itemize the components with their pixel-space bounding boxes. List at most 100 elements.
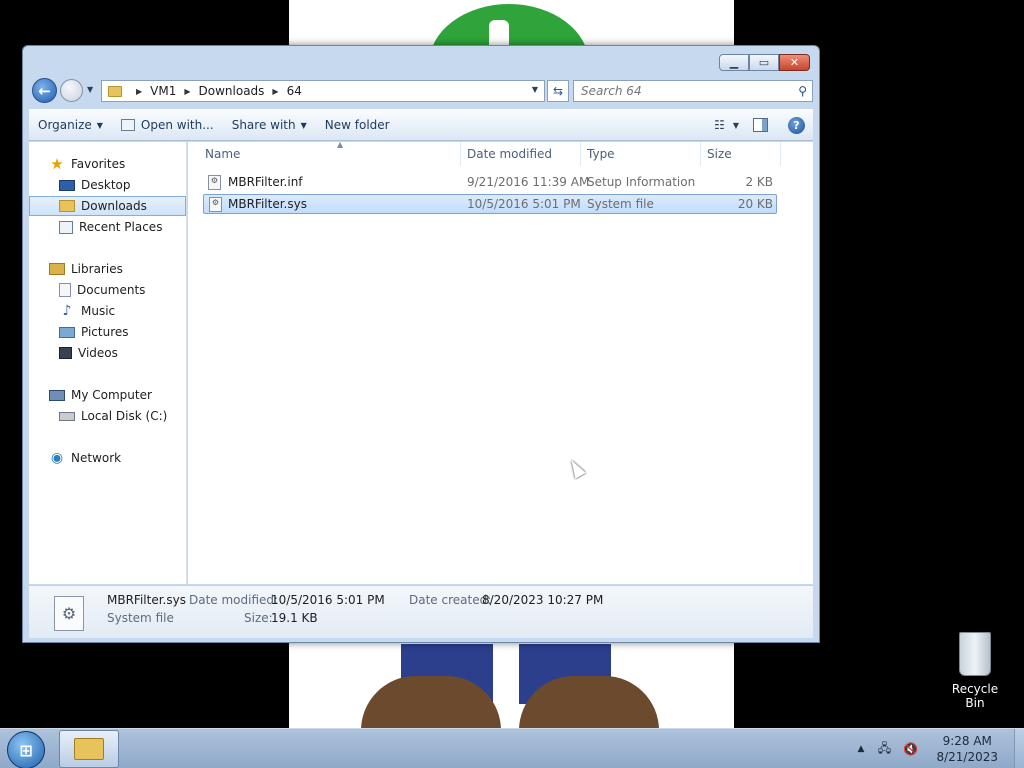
file-row-mbrfilter-sys[interactable]: ⚙ MBRFilter.sys 10/5/2016 5:01 PM System… xyxy=(203,194,777,214)
breadcrumb-downloads[interactable]: Downloads xyxy=(199,84,265,98)
music-note-icon: ♪ xyxy=(62,303,72,319)
nav-label: Network xyxy=(71,451,122,465)
recycle-bin-shortcut[interactable]: Recycle Bin xyxy=(942,632,1008,710)
file-size: 2 KB xyxy=(745,175,773,189)
preview-pane-button[interactable] xyxy=(753,118,768,132)
system-file-icon: ⚙ xyxy=(209,197,222,212)
details-created-value: 8/20/2023 10:27 PM xyxy=(482,593,604,607)
search-input[interactable] xyxy=(581,84,781,98)
system-tray: ▲ 🖧 🔇 9:28 AM 8/21/2023 xyxy=(858,729,1024,768)
breadcrumb-64[interactable]: 64 xyxy=(287,84,302,98)
column-header-date-modified[interactable]: Date modified xyxy=(461,142,581,166)
recent-pages-dropdown[interactable]: ▼ xyxy=(87,85,93,94)
nav-recent-places[interactable]: Recent Places xyxy=(29,217,186,237)
chevron-right-icon[interactable]: ▶ xyxy=(184,87,190,96)
recycle-bin-label: Recycle Bin xyxy=(951,682,999,710)
nav-network[interactable]: ◉ Network xyxy=(29,448,186,468)
nav-libraries[interactable]: Libraries xyxy=(29,259,186,279)
details-created-label: Date created: xyxy=(409,593,492,607)
nav-label: Videos xyxy=(78,346,118,360)
downloads-folder-icon xyxy=(59,200,75,212)
nav-local-disk[interactable]: Local Disk (C:) xyxy=(29,406,186,426)
details-file-kind: System file xyxy=(107,611,174,625)
nav-label: Downloads xyxy=(81,199,147,213)
chevron-down-icon: ▼ xyxy=(300,120,307,130)
show-desktop-button[interactable] xyxy=(1014,729,1024,768)
nav-downloads[interactable]: Downloads xyxy=(29,196,186,216)
network-status-icon[interactable]: 🖧 xyxy=(876,741,892,756)
command-bar: Organize ▼ Open with... Share with ▼ New f… xyxy=(29,109,813,141)
nav-label: Favorites xyxy=(71,157,126,171)
minimize-button[interactable]: ▁ xyxy=(719,54,749,71)
nav-documents[interactable]: Documents xyxy=(29,280,186,300)
arrow-left-icon: ← xyxy=(38,81,51,100)
system-file-icon: ⚙ xyxy=(54,596,84,631)
clock[interactable]: 9:28 AM 8/21/2023 xyxy=(936,733,998,765)
volume-muted-icon[interactable]: 🔇 xyxy=(902,742,918,756)
column-header-label: Name xyxy=(205,147,241,161)
documents-icon xyxy=(59,283,71,297)
nav-label: Desktop xyxy=(81,178,131,192)
nav-favorites[interactable]: ★ Favorites xyxy=(29,154,186,174)
recent-places-icon xyxy=(59,220,73,234)
star-icon: ★ xyxy=(50,155,64,173)
forward-button[interactable] xyxy=(60,79,83,102)
nav-label: Music xyxy=(81,304,116,318)
help-button[interactable]: ? xyxy=(788,116,805,134)
start-button[interactable]: ⊞ xyxy=(7,731,45,768)
address-bar[interactable]: ▶ VM1 ▶ Downloads ▶ 64 ▼ xyxy=(101,80,545,102)
details-size-value: 19.1 KB xyxy=(271,611,318,625)
back-button[interactable]: ← xyxy=(32,78,57,103)
clock-date: 8/21/2023 xyxy=(936,750,998,764)
nav-label: Documents xyxy=(77,283,146,297)
clock-time: 9:28 AM xyxy=(942,734,992,748)
nav-my-computer[interactable]: My Computer xyxy=(29,385,186,405)
window-caption-buttons: ▁ ▭ ✕ xyxy=(719,54,810,71)
file-row-mbrfilter-inf[interactable]: ⚙ MBRFilter.inf 9/21/2016 11:39 AM Setup… xyxy=(203,173,777,193)
chevron-down-icon: ▼ xyxy=(732,120,739,130)
organize-label: Organize xyxy=(38,118,92,132)
folder-icon xyxy=(108,85,122,97)
new-folder-label: New folder xyxy=(324,118,390,132)
search-box[interactable]: ⚲ xyxy=(573,80,813,102)
change-view-button[interactable]: ☷ ▼ xyxy=(714,118,739,132)
breadcrumb-vm1[interactable]: VM1 xyxy=(150,84,176,98)
address-dropdown-icon[interactable]: ▼ xyxy=(532,85,538,94)
taskbar-explorer-button[interactable] xyxy=(59,730,119,768)
chevron-right-icon[interactable]: ▶ xyxy=(272,87,278,96)
open-with-icon xyxy=(120,119,135,131)
open-with-button[interactable]: Open with... xyxy=(112,110,223,140)
file-name: MBRFilter.sys xyxy=(228,197,307,211)
nav-desktop[interactable]: Desktop xyxy=(29,175,186,195)
details-modified-value: 10/5/2016 5:01 PM xyxy=(271,593,385,607)
column-header-type[interactable]: Type xyxy=(581,142,701,166)
film-icon xyxy=(59,347,72,359)
chevron-right-icon[interactable]: ▶ xyxy=(136,87,142,96)
column-header-size[interactable]: Size xyxy=(701,142,781,166)
navigation-bar: ← ▼ ▶ VM1 ▶ Downloads ▶ 64 ▼ ⇆ ⚲ xyxy=(29,77,813,105)
pictures-icon xyxy=(59,326,75,338)
details-modified-label: Date modified: xyxy=(189,593,279,607)
organize-button[interactable]: Organize ▼ xyxy=(29,110,112,140)
nav-label: Libraries xyxy=(71,262,123,276)
new-folder-button[interactable]: New folder xyxy=(316,110,399,140)
share-with-button[interactable]: Share with ▼ xyxy=(223,110,316,140)
nav-music[interactable]: ♪ Music xyxy=(29,301,186,321)
file-size: 20 KB xyxy=(737,197,773,211)
nav-pictures[interactable]: Pictures xyxy=(29,322,186,342)
maximize-button[interactable]: ▭ xyxy=(749,54,779,71)
chevron-down-icon: ▼ xyxy=(96,120,103,130)
details-pane: ⚙ MBRFilter.sys System file Date modifie… xyxy=(29,585,813,638)
nav-videos[interactable]: Videos xyxy=(29,343,186,363)
details-size-label: Size: xyxy=(244,611,273,625)
refresh-button[interactable]: ⇆ xyxy=(547,80,569,102)
close-button[interactable]: ✕ xyxy=(779,54,810,71)
computer-icon xyxy=(49,389,65,401)
show-hidden-icons-icon[interactable]: ▲ xyxy=(858,744,865,754)
open-with-label: Open with... xyxy=(140,118,214,132)
column-header-label: Type xyxy=(587,147,615,161)
column-header-name[interactable]: Name ▲ xyxy=(199,140,461,166)
hard-drive-icon xyxy=(59,411,75,421)
setup-file-icon: ⚙ xyxy=(208,175,221,190)
search-icon[interactable]: ⚲ xyxy=(798,84,807,98)
